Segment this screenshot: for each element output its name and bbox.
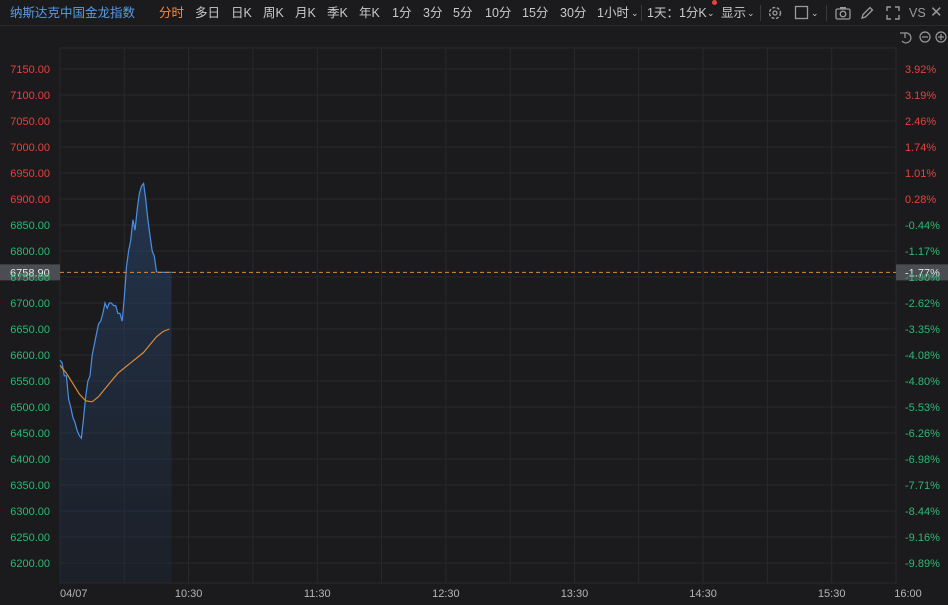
y-right-tick: -7.71% <box>905 480 940 492</box>
x-tick: 13:30 <box>561 588 589 600</box>
y-left-tick: 7000.00 <box>10 142 50 154</box>
y-right-tick: -5.53% <box>905 402 940 414</box>
plot-frame <box>59 47 897 584</box>
y-left-tick: 6750.00 <box>10 272 50 284</box>
x-tick: 10:30 <box>175 588 203 600</box>
y-right-tick: 3.92% <box>905 64 936 76</box>
y-left-tick: 6200.00 <box>10 558 50 570</box>
undo-icon <box>900 32 912 44</box>
y-right-tick: 1.74% <box>905 142 936 154</box>
price-area <box>60 183 172 583</box>
zoom-out-icon <box>919 31 931 43</box>
y-right-tick: -6.98% <box>905 454 940 466</box>
y-left-tick: 6650.00 <box>10 324 50 336</box>
y-left-tick: 6850.00 <box>10 220 50 232</box>
chart-grid <box>59 47 897 584</box>
zoom-in-icon <box>935 31 947 43</box>
y-left-tick: 6600.00 <box>10 350 50 362</box>
x-tick: 15:30 <box>818 588 846 600</box>
y-left-tick: 6550.00 <box>10 376 50 388</box>
y-left-tick: 6350.00 <box>10 480 50 492</box>
y-right-tick: 2.46% <box>905 116 936 128</box>
y-right-tick: -1.17% <box>905 246 940 258</box>
y-right-tick: -9.16% <box>905 532 940 544</box>
y-left-tick: 6900.00 <box>10 194 50 206</box>
y-right-tick: -4.80% <box>905 376 940 388</box>
chart-marks: 6758.90 -1.77% <box>0 181 948 583</box>
y-left-tick: 7050.00 <box>10 116 50 128</box>
y-left-tick: 7100.00 <box>10 90 50 102</box>
y-right-tick: -8.44% <box>905 506 940 518</box>
corner-tools <box>900 31 947 44</box>
y-left-tick: 6400.00 <box>10 454 50 466</box>
y-left-tick: 6250.00 <box>10 532 50 544</box>
y-right-tick: -1.90% <box>905 272 940 284</box>
y-right-tick: -6.26% <box>905 428 940 440</box>
x-tick: 16:00 <box>894 588 922 600</box>
x-tick: 11:30 <box>304 588 331 600</box>
y-left-tick: 6450.00 <box>10 428 50 440</box>
y-left-tick: 6800.00 <box>10 246 50 258</box>
x-tick: 14:30 <box>689 588 717 600</box>
y-left-tick: 6500.00 <box>10 402 50 414</box>
x-tick: 04/07 <box>60 588 88 600</box>
y-right-tick: -0.44% <box>905 220 940 232</box>
y-left-tick: 6950.00 <box>10 168 50 180</box>
y-right-tick: -2.62% <box>905 298 940 310</box>
y-right-tick: 1.01% <box>905 168 936 180</box>
y-left-tick: 6700.00 <box>10 298 50 310</box>
x-tick: 12:30 <box>432 588 460 600</box>
y-right-tick: 3.19% <box>905 90 936 102</box>
y-right-tick: -3.35% <box>905 324 940 336</box>
y-right-tick: -9.89% <box>905 558 940 570</box>
y-right-tick: -4.08% <box>905 350 940 362</box>
y-right-tick: 0.28% <box>905 194 936 206</box>
intraday-chart[interactable]: 6758.90 -1.77% 7150.00 3.92% 7100.00 3.19% 70… <box>0 0 948 605</box>
y-left-tick: 7150.00 <box>10 64 50 76</box>
y-left-tick: 6300.00 <box>10 506 50 518</box>
